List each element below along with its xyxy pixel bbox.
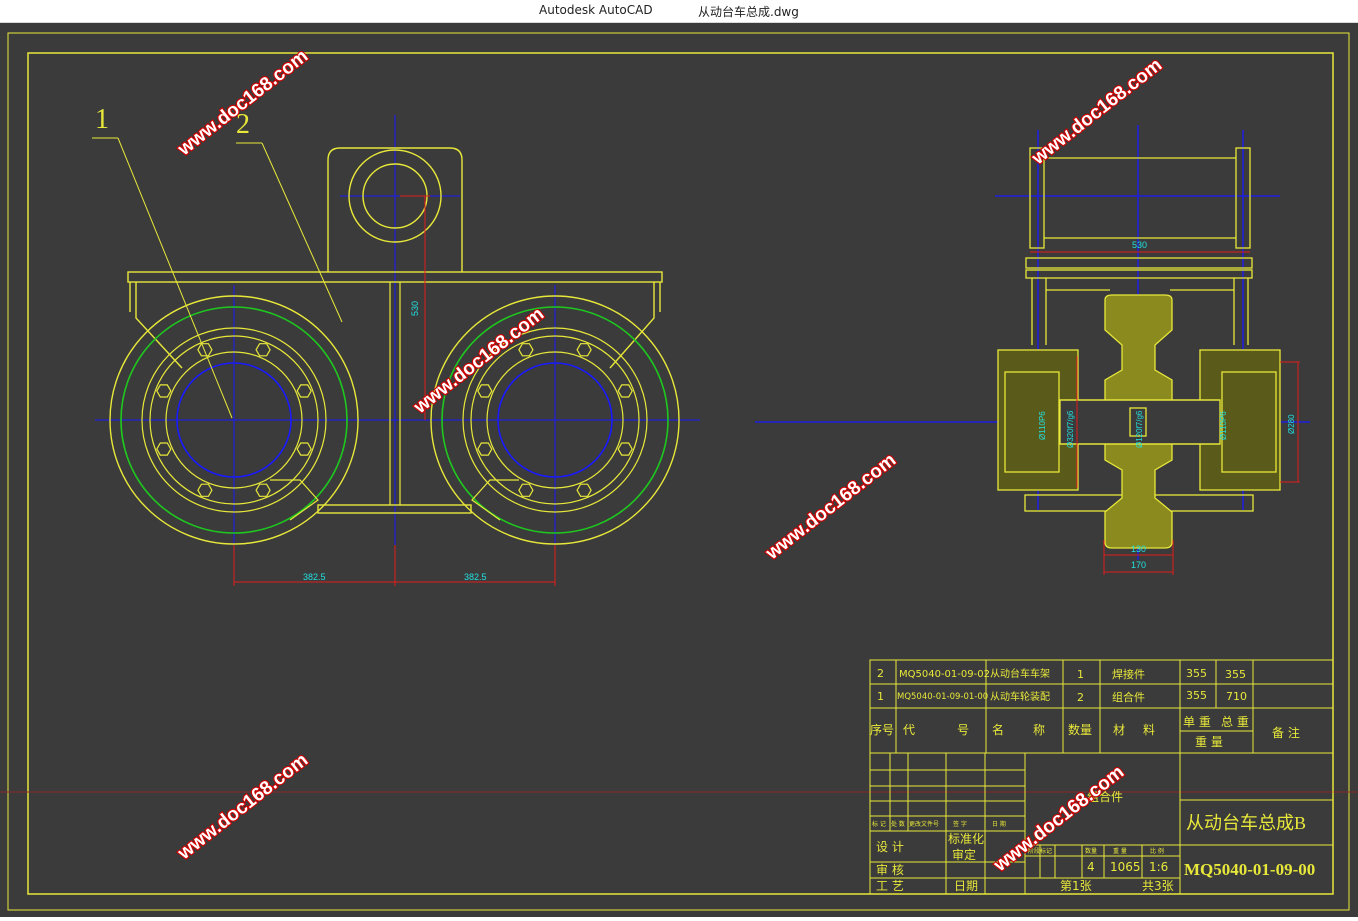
dim-span-left: 382.5 (303, 572, 326, 582)
window-title-bar: Autodesk AutoCAD 从动台车总成.dwg (0, 0, 1358, 23)
part-2-code: MQ5040-01-09-02 (899, 669, 990, 680)
dim-side-170: 170 (1131, 560, 1146, 570)
sheet-total: 共3张 (1142, 879, 1174, 893)
watermark-6: www.doc168.com (989, 762, 1128, 877)
rev-count: 处 数 (891, 820, 905, 828)
header-no: 序号 (870, 722, 894, 737)
rev-date: 日 期 (992, 820, 1006, 828)
header-code-b: 号 (957, 723, 969, 737)
watermark-3: www.doc168.com (409, 304, 548, 419)
watermark-2: www.doc168.com (1027, 55, 1166, 170)
bolt-hex (156, 384, 172, 398)
bolt-hex (296, 442, 312, 456)
role-design: 设 计 (876, 840, 904, 854)
bolt-hex (518, 483, 534, 497)
dim-dia-a: Ø110P6 (1038, 411, 1047, 440)
role-check: 审 核 (876, 862, 904, 877)
dim-side-130: 130 (1131, 544, 1146, 554)
bolt-hex (477, 442, 493, 456)
dim-span-right: 382.5 (464, 572, 487, 582)
part-2-material: 焊接件 (1112, 667, 1145, 681)
bolt-hex (617, 442, 633, 456)
app-title: Autodesk AutoCAD (539, 3, 653, 17)
stage-scale-label: 比 例 (1150, 847, 1164, 855)
part-2-qty: 1 (1077, 668, 1084, 681)
file-title: 从动台车总成.dwg (698, 5, 799, 19)
rev-mark: 标 记 (872, 820, 886, 828)
watermark-5: www.doc168.com (173, 750, 312, 865)
bolt-hex (296, 384, 312, 398)
bolt-hex (576, 483, 592, 497)
header-total-weight: 总 重 (1221, 715, 1249, 729)
part-2-name: 从动台车车架 (990, 667, 1050, 680)
dim-dia-c: Ø120f7/g6 (1135, 410, 1144, 448)
header-name-a: 名 (992, 722, 1004, 737)
drawing-title: 从动台车总成B (1186, 813, 1306, 833)
watermark-4: www.doc168.com (761, 450, 900, 565)
bolt-hex (255, 483, 271, 497)
dim-dia-d: Ø110P6 (1219, 411, 1228, 440)
part-1-no: 1 (877, 690, 884, 703)
dim-height-530: 530 (410, 301, 420, 316)
bolt-hex (518, 343, 534, 357)
front-view (95, 115, 700, 585)
bolt-hex (617, 384, 633, 398)
sheet-number: 第1张 (1060, 879, 1092, 893)
bolt-hex (477, 384, 493, 398)
header-remark: 备 注 (1272, 725, 1300, 740)
leader-label-1: 1 (95, 104, 109, 135)
part-1-material: 组合件 (1112, 690, 1145, 704)
dim-dia-e: Ø280 (1287, 414, 1296, 434)
header-code-a: 代 (903, 723, 915, 737)
part-2-total-weight: 355 (1225, 668, 1246, 681)
role-standard: 标准化 (948, 832, 984, 846)
weight-value: 1065 (1110, 860, 1141, 874)
cad-drawing[interactable]: 1 2 382.5 382.5 530 530 130 170 Ø110P6 Ø… (0, 23, 1358, 917)
bolt-hex (197, 483, 213, 497)
role-process: 工 艺 (876, 879, 904, 893)
drawing-canvas[interactable]: 1 2 382.5 382.5 530 530 130 170 Ø110P6 Ø… (0, 23, 1358, 917)
rev-doc: 更改文件号 (909, 820, 939, 828)
role-date: 日期 (954, 879, 978, 893)
header-weight: 重 量 (1195, 735, 1223, 749)
part-1-code: MQ5040-01-09-01-00 (897, 692, 988, 702)
part-1-qty: 2 (1077, 691, 1084, 704)
stage-qty-label: 数量 (1085, 847, 1097, 855)
part-1-name: 从动车轮装配 (990, 690, 1050, 703)
part-2-unit-weight: 355 (1186, 667, 1207, 680)
stage-weight-label: 重 量 (1113, 847, 1127, 855)
bolt-hex (576, 343, 592, 357)
scale-value: 1:6 (1149, 860, 1168, 874)
role-approve: 审定 (952, 847, 976, 862)
header-unit-weight: 单 重 (1183, 715, 1211, 729)
part-2-no: 2 (877, 667, 884, 680)
rev-sign: 签 字 (953, 820, 967, 828)
drawing-number: MQ5040-01-09-00 (1184, 860, 1315, 879)
header-material-b: 料 (1143, 723, 1155, 737)
header-qty: 数量 (1068, 722, 1092, 737)
bolt-hex (156, 442, 172, 456)
bolt-hex (197, 343, 213, 357)
dim-dia-b: Ø320f7/g6 (1066, 410, 1075, 448)
bolt-hex (255, 343, 271, 357)
quantity-value: 4 (1087, 860, 1095, 874)
header-material-a: 材 (1113, 723, 1125, 737)
header-name-b: 称 (1033, 723, 1045, 737)
dim-side-530: 530 (1132, 240, 1147, 250)
part-1-total-weight: 710 (1226, 690, 1247, 703)
part-1-unit-weight: 355 (1186, 689, 1207, 702)
